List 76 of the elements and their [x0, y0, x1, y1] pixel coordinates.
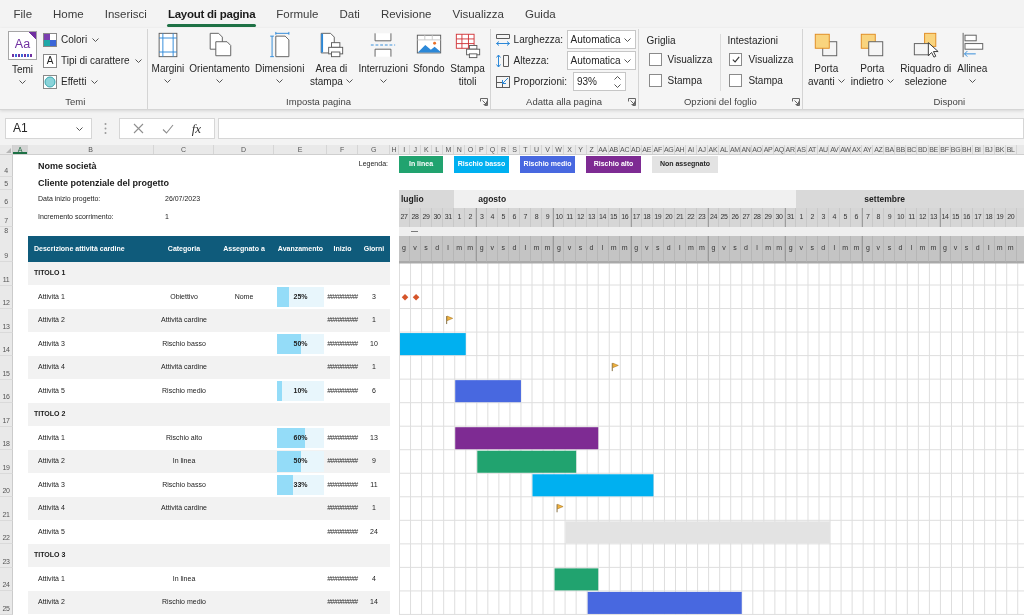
checkbox[interactable]	[729, 53, 743, 66]
flag-icon	[446, 315, 453, 325]
ribbon-button[interactable]: Effetti	[40, 71, 145, 92]
group-label: Temi	[65, 96, 86, 108]
ribbon-button[interactable]: Dimensioni	[252, 29, 307, 83]
ribbon-button[interactable]: Stampa titoli	[447, 29, 488, 88]
ribbon-tab[interactable]: Formule	[265, 0, 329, 28]
month-label: luglio	[401, 193, 424, 205]
ribbon-tab[interactable]: Dati	[328, 0, 371, 28]
client-name: Cliente potenziale del progetto	[37, 178, 169, 189]
height-icon	[494, 53, 511, 68]
flag-icon	[611, 362, 619, 372]
selection-pane-icon	[911, 31, 940, 59]
spinner-field[interactable]: 93%	[572, 72, 626, 91]
group-label: Imposta pagina	[286, 96, 352, 108]
ribbon-button[interactable]: Sfondo	[410, 29, 447, 75]
ribbon-button[interactable]: Riquadro di selezione	[897, 29, 955, 88]
field-label: Altezza:	[513, 54, 551, 67]
checkbox-label: Stampa	[748, 74, 783, 87]
ribbon-button[interactable]: Orientamento	[187, 29, 252, 83]
dropdown-field[interactable]: Automatica	[566, 51, 636, 70]
dialog-launcher-icon[interactable]	[627, 98, 636, 106]
formula-field[interactable]	[218, 118, 1024, 139]
color-swatch-icon	[43, 32, 57, 47]
ribbon-button[interactable]: Porta avanti	[805, 29, 848, 88]
group-label: Adatta alla pagina	[526, 96, 603, 108]
month-label: settembre	[864, 193, 905, 205]
ribbon-tab[interactable]: Guida	[514, 0, 567, 28]
dialog-launcher-icon[interactable]	[479, 98, 488, 106]
field-label: Proporzioni:	[513, 75, 567, 88]
dropdown-field[interactable]: Automatica	[566, 30, 636, 49]
caret-icon	[623, 37, 631, 42]
scale-icon	[494, 74, 511, 89]
option-heading: Intestazioni	[726, 34, 779, 48]
ribbon-button[interactable]: Colori	[40, 29, 145, 50]
ribbon-tab[interactable]: File	[3, 0, 43, 28]
name-box[interactable]: A1	[5, 118, 92, 139]
close-icon[interactable]	[132, 123, 144, 134]
ribbon-tab[interactable]: Layout di pagina	[157, 0, 266, 28]
circle-icon	[43, 74, 57, 89]
dash-icon	[411, 231, 418, 232]
ribbon-tab[interactable]: Revisione	[370, 0, 442, 28]
table-printer-icon	[453, 31, 482, 59]
dialog-launcher-icon[interactable]	[792, 98, 801, 106]
checkbox[interactable]	[729, 74, 743, 87]
month-label: agosto	[478, 193, 507, 205]
ribbon-tab[interactable]: Visualizza	[441, 0, 515, 28]
width-icon	[494, 32, 511, 47]
option-heading: Griglia	[645, 34, 677, 48]
group-label: Opzioni del foglio	[683, 96, 757, 108]
ribbon-button[interactable]: Margini	[149, 29, 187, 83]
checkbox[interactable]	[648, 74, 662, 87]
field-label: Larghezza:	[513, 33, 564, 46]
checkbox[interactable]	[648, 53, 662, 66]
ribbon-button[interactable]: Area di stampa	[307, 29, 356, 88]
group-label: Disponi	[933, 96, 966, 108]
checkbox-label: Visualizza	[667, 53, 713, 66]
ribbon-button[interactable]: Allinea	[955, 29, 990, 83]
ribbon-button[interactable]: Porta indietro	[848, 29, 897, 88]
ribbon-button[interactable]: Aa Temi	[6, 29, 39, 84]
caret-icon	[623, 58, 631, 63]
font-icon: A	[43, 53, 57, 68]
function-button[interactable]: fx	[191, 121, 202, 136]
ribbon-button[interactable]: A Tipi di carattere	[40, 50, 145, 71]
flag-icon	[556, 503, 564, 513]
ribbon-tab[interactable]: Inserisci	[94, 0, 158, 28]
checkbox-label: Visualizza	[748, 53, 794, 66]
check-icon[interactable]	[161, 123, 174, 134]
more-icon[interactable]	[104, 122, 107, 135]
ribbon-button[interactable]: Interruzioni	[356, 29, 410, 83]
ribbon-tab[interactable]: Home	[42, 0, 95, 28]
caret-icon	[76, 126, 83, 131]
spinner-arrows-icon[interactable]	[613, 74, 621, 89]
company-name: Nome società	[37, 160, 97, 172]
theme-icon: Aa	[8, 31, 37, 60]
checkbox-label: Stampa	[667, 74, 703, 87]
